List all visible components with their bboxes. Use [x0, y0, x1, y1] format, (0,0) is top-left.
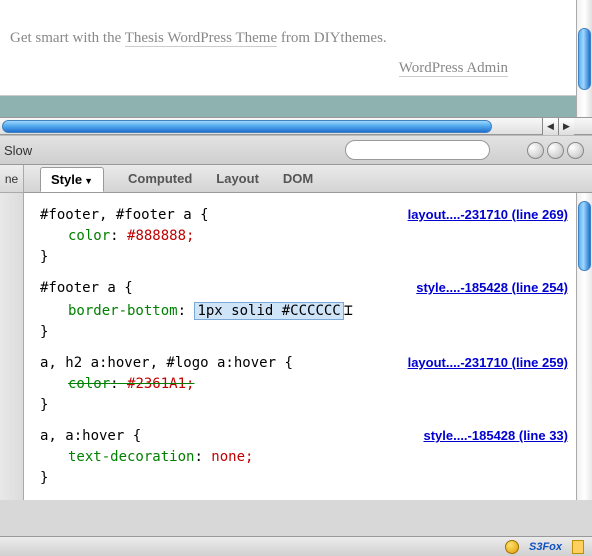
css-source-link[interactable]: style....-185428 (line 33)	[423, 426, 568, 446]
toolbar-button-group	[527, 142, 584, 159]
css-value-editing[interactable]: 1px solid #CCCCCC	[194, 302, 343, 320]
s3fox-label[interactable]: S3Fox	[529, 541, 562, 553]
browser-vscroll-thumb[interactable]	[578, 28, 591, 90]
css-rule: layout....-231710 (line 269) #footer, #fo…	[40, 205, 576, 268]
css-value[interactable]: none;	[211, 449, 253, 465]
colon: :	[178, 303, 195, 319]
devtools-left-gutter: ne	[0, 165, 24, 500]
tab-dom[interactable]: DOM	[283, 171, 313, 186]
colon: :	[110, 228, 127, 244]
search-input[interactable]	[345, 140, 490, 160]
css-source-link[interactable]: layout....-231710 (line 259)	[408, 353, 568, 373]
note-icon[interactable]	[572, 540, 584, 554]
browser-hscroll-thumb[interactable]	[2, 120, 492, 133]
thesis-theme-link[interactable]: Thesis WordPress Theme	[125, 30, 277, 47]
close-brace: }	[40, 468, 576, 489]
close-brace: }	[40, 322, 576, 343]
css-source-link[interactable]: style....-185428 (line 254)	[416, 278, 568, 298]
chevron-down-icon: ▼	[84, 176, 93, 186]
devtools-vertical-scrollbar[interactable]	[576, 193, 592, 500]
css-selector[interactable]: #footer, #footer a	[40, 207, 200, 223]
admin-link-row: WordPress Admin	[10, 59, 508, 77]
css-rule: style....-185428 (line 254) #footer a { bo…	[40, 278, 576, 343]
css-declaration[interactable]: color: #888888;	[40, 226, 576, 247]
devtools-toolbar: Slow	[0, 135, 592, 165]
tab-layout[interactable]: Layout	[216, 171, 259, 186]
open-brace: {	[284, 355, 292, 371]
scroll-right-arrow-icon[interactable]: ▶	[558, 118, 574, 135]
close-brace: }	[40, 395, 576, 416]
css-rule: style....-185428 (line 33) a, a:hover { te…	[40, 426, 576, 489]
tab-style[interactable]: Style▼	[40, 167, 104, 192]
colon: :	[194, 449, 211, 465]
css-declaration[interactable]: border-bottom: 1px solid #CCCCCC⌶	[40, 299, 576, 322]
browser-vertical-scrollbar[interactable]	[576, 0, 592, 135]
footer-text-suffix: from DIYthemes.	[277, 30, 387, 46]
css-property-struck: color: #2361A1;	[68, 376, 194, 392]
smiley-icon[interactable]	[505, 540, 519, 554]
toolbar-circle-button-1[interactable]	[527, 142, 544, 159]
open-brace: {	[200, 207, 208, 223]
tab-computed[interactable]: Computed	[128, 171, 192, 186]
open-brace: {	[133, 428, 141, 444]
css-property: color	[68, 228, 110, 244]
gutter-tab-fragment[interactable]: ne	[0, 165, 23, 193]
footer-credit: Get smart with the Thesis WordPress Them…	[10, 30, 568, 47]
devtools-tabs: Style▼ Computed Layout DOM	[24, 165, 592, 193]
browser-horizontal-scrollbar[interactable]: ◀ ▶	[0, 117, 592, 135]
devtools-panel: ne Style▼ Computed Layout DOM layout....…	[0, 165, 592, 500]
devtools-vscroll-thumb[interactable]	[578, 201, 591, 271]
css-value[interactable]: #888888;	[127, 228, 194, 244]
toolbar-label: Slow	[0, 143, 32, 158]
toolbar-circle-button-3[interactable]	[567, 142, 584, 159]
css-declaration[interactable]: text-decoration: none;	[40, 447, 576, 468]
css-selector[interactable]: a, a:hover	[40, 428, 133, 444]
status-bar: S3Fox	[0, 536, 592, 556]
css-declaration[interactable]: color: #2361A1;	[40, 374, 576, 395]
toolbar-circle-button-2[interactable]	[547, 142, 564, 159]
css-rule: layout....-231710 (line 259) a, h2 a:hove…	[40, 353, 576, 416]
text-cursor-icon: ⌶	[344, 301, 353, 319]
browser-viewport: Get smart with the Thesis WordPress Them…	[0, 0, 592, 135]
css-source-link[interactable]: layout....-231710 (line 269)	[408, 205, 568, 225]
css-property: text-decoration	[68, 449, 194, 465]
close-brace: }	[40, 247, 576, 268]
hscroll-arrow-group: ◀ ▶	[542, 118, 574, 135]
scroll-left-arrow-icon[interactable]: ◀	[542, 118, 558, 135]
css-selector[interactable]: a, h2 a:hover, #logo a:hover	[40, 355, 284, 371]
css-property: border-bottom	[68, 303, 178, 319]
footer-text-prefix: Get smart with the	[10, 30, 125, 46]
open-brace: {	[124, 280, 132, 296]
wordpress-admin-link[interactable]: WordPress Admin	[399, 60, 508, 77]
page-footer-area: Get smart with the Thesis WordPress Them…	[0, 0, 578, 96]
tab-style-label: Style	[51, 172, 82, 187]
css-rules-body: layout....-231710 (line 269) #footer, #fo…	[24, 193, 592, 500]
css-selector[interactable]: #footer a	[40, 280, 124, 296]
